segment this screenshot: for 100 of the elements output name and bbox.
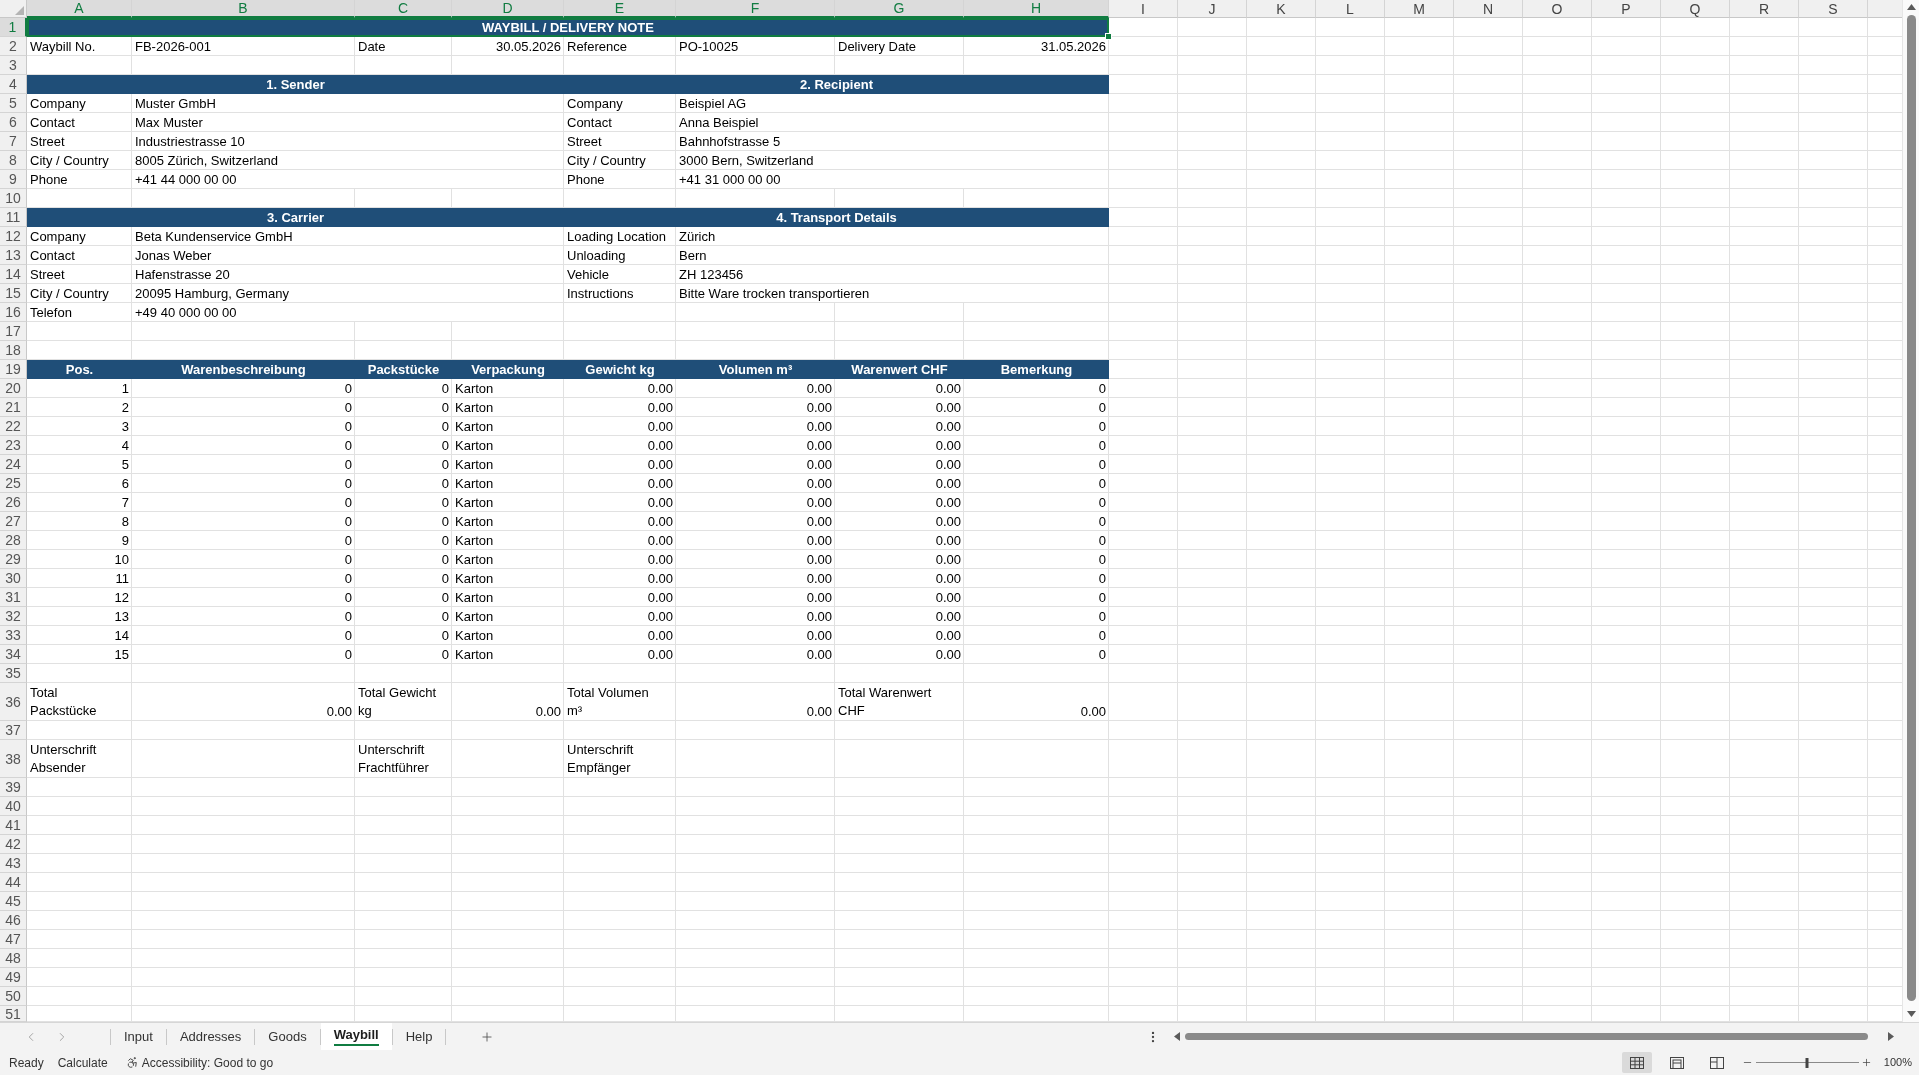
row-header[interactable]: 4 [0, 75, 27, 94]
row-header[interactable]: 26 [0, 493, 27, 512]
row-header[interactable]: 29 [0, 550, 27, 569]
row-header[interactable]: 43 [0, 854, 27, 873]
row-header[interactable]: 14 [0, 265, 27, 284]
column-header[interactable]: H [964, 0, 1109, 18]
column-header[interactable]: P [1592, 0, 1661, 18]
row-header[interactable]: 44 [0, 873, 27, 892]
column-header[interactable]: L [1316, 0, 1385, 18]
row-header[interactable]: 1 [0, 18, 27, 37]
row-header[interactable]: 33 [0, 626, 27, 645]
sheet-tab[interactable]: Help [392, 1023, 446, 1050]
row-header[interactable]: 6 [0, 113, 27, 132]
column-header[interactable]: B [132, 0, 355, 18]
table-number: 0 [344, 551, 352, 568]
row-header[interactable]: 32 [0, 607, 27, 626]
column-header[interactable]: S [1799, 0, 1868, 18]
row-header[interactable]: 3 [0, 56, 27, 75]
row-header[interactable]: 37 [0, 721, 27, 740]
column-header[interactable]: D [452, 0, 564, 18]
zoom-slider[interactable] [1755, 1056, 1859, 1069]
sheet-tab[interactable]: Addresses [166, 1023, 255, 1050]
row-header[interactable]: 2 [0, 37, 27, 56]
table-number: 0.00 [806, 418, 832, 435]
column-header[interactable]: N [1454, 0, 1523, 18]
row-header[interactable]: 40 [0, 797, 27, 816]
sheet-tab[interactable]: Waybill [320, 1023, 392, 1050]
row-header[interactable]: 17 [0, 322, 27, 341]
row-header[interactable]: 23 [0, 436, 27, 455]
plus-icon[interactable] [1860, 1057, 1872, 1068]
row-header[interactable]: 28 [0, 531, 27, 550]
fill-handle[interactable] [1105, 33, 1112, 40]
row-header[interactable]: 35 [0, 664, 27, 683]
table-number: 0.00 [935, 551, 961, 568]
up-arrow-icon[interactable] [1906, 4, 1916, 10]
row-header[interactable]: 9 [0, 170, 27, 189]
view-button[interactable] [1621, 1052, 1652, 1073]
row-header[interactable]: 8 [0, 151, 27, 170]
row-header[interactable]: 10 [0, 189, 27, 208]
row-header[interactable]: 34 [0, 645, 27, 664]
row-header[interactable]: 45 [0, 892, 27, 911]
column-header[interactable]: R [1730, 0, 1799, 18]
slider-thumb[interactable] [1805, 1057, 1809, 1068]
column-header[interactable]: G [835, 0, 964, 18]
row-header[interactable]: 48 [0, 949, 27, 968]
table-number: 0.00 [935, 380, 961, 397]
scrollbar-thumb[interactable] [1185, 1033, 1868, 1040]
column-header[interactable]: O [1523, 0, 1592, 18]
field-value: +49 40 000 00 00 [135, 304, 237, 321]
row-header[interactable]: 49 [0, 968, 27, 987]
total-label: Total Volumen m³ [567, 684, 649, 720]
column-header[interactable]: I [1109, 0, 1178, 18]
row-header[interactable]: 30 [0, 569, 27, 588]
row-header[interactable]: 12 [0, 227, 27, 246]
left-arrow-icon[interactable] [1174, 1032, 1180, 1041]
row-header[interactable]: 47 [0, 930, 27, 949]
row-header[interactable]: 5 [0, 94, 27, 113]
row-header[interactable]: 18 [0, 341, 27, 360]
row-header[interactable]: 51 [0, 1006, 27, 1022]
accessibility-button[interactable]: Accessibility: Good to go [125, 1053, 274, 1072]
right-arrow-icon[interactable] [1888, 1032, 1894, 1041]
row-header[interactable]: 20 [0, 379, 27, 398]
column-header[interactable]: A [27, 0, 132, 18]
sheet-tab[interactable]: Input [111, 1023, 166, 1050]
column-header[interactable]: M [1385, 0, 1454, 18]
table-number: 9 [121, 532, 129, 549]
row-header[interactable]: 22 [0, 417, 27, 436]
row-header[interactable]: 19 [0, 360, 27, 379]
row-header[interactable]: 39 [0, 778, 27, 797]
row-header[interactable]: 46 [0, 911, 27, 930]
column-header[interactable]: K [1247, 0, 1316, 18]
row-header[interactable]: 13 [0, 246, 27, 265]
row-header[interactable]: 15 [0, 284, 27, 303]
table-number: 0 [1098, 589, 1106, 606]
row-header[interactable]: 27 [0, 512, 27, 531]
row-header[interactable]: 21 [0, 398, 27, 417]
zoom-reading: 100% [1883, 1055, 1912, 1071]
row-header[interactable]: 42 [0, 835, 27, 854]
row-header[interactable]: 31 [0, 588, 27, 607]
row-header[interactable]: 25 [0, 474, 27, 493]
column-header[interactable]: F [676, 0, 835, 18]
row-header[interactable]: 7 [0, 132, 27, 151]
column-header[interactable]: C [355, 0, 452, 18]
calculate-button[interactable]: Calculate [57, 1053, 108, 1072]
sheet-tab[interactable]: Goods [255, 1023, 320, 1050]
table-number: 0 [441, 399, 449, 416]
down-arrow-icon[interactable] [1906, 1011, 1916, 1017]
column-header[interactable]: J [1178, 0, 1247, 18]
column-header[interactable]: Q [1661, 0, 1730, 18]
column-header[interactable]: E [564, 0, 676, 18]
row-header[interactable]: 41 [0, 816, 27, 835]
scrollbar-thumb[interactable] [1906, 15, 1916, 1001]
table-header: Warenwert CHF [835, 360, 964, 379]
row-header[interactable]: 36 [0, 683, 27, 721]
row-header[interactable]: 24 [0, 455, 27, 474]
row-header[interactable]: 50 [0, 987, 27, 1006]
row-header[interactable]: 16 [0, 303, 27, 322]
row-header[interactable]: 11 [0, 208, 27, 227]
page-break-icon [1709, 1056, 1724, 1069]
row-header[interactable]: 38 [0, 740, 27, 778]
